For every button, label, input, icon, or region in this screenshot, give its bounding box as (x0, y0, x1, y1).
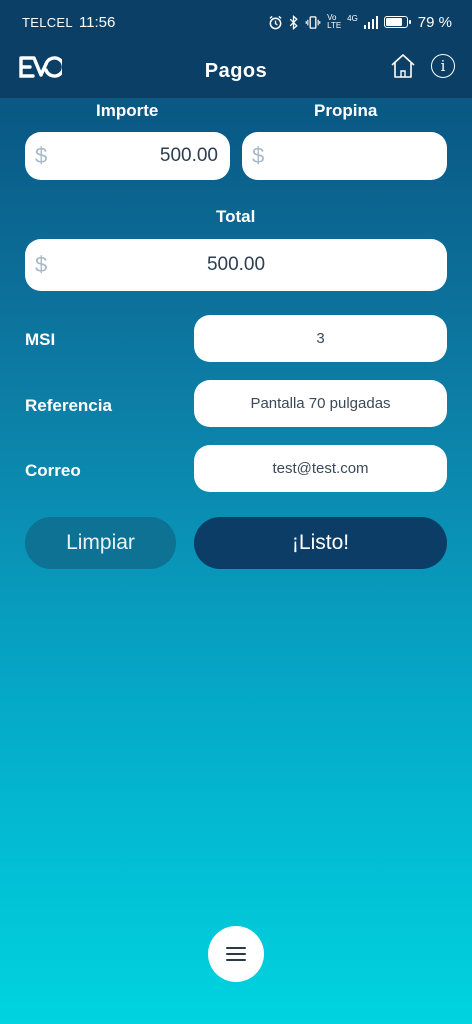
propina-currency: $ (252, 143, 265, 168)
msi-field[interactable]: 3 (194, 315, 447, 362)
network-type: 4G (347, 13, 358, 23)
propina-label: Propina (314, 101, 378, 120)
status-time: 11:56 (78, 13, 116, 31)
referencia-field[interactable]: Pantalla 70 pulgadas (194, 380, 447, 427)
total-input[interactable]: 500.00 (25, 254, 447, 276)
battery-fill (385, 18, 402, 26)
battery-percent: 79 % (417, 13, 452, 31)
battery-icon (383, 16, 411, 28)
total-label: Total (216, 207, 256, 226)
hamburger-icon-line (226, 952, 246, 956)
referencia-label: Referencia (25, 396, 112, 415)
propina-field[interactable]: $ (242, 132, 447, 180)
total-field[interactable]: $ 500.00 (25, 239, 447, 291)
status-right: Vo LTE 4G 79 % (268, 14, 452, 31)
signal-icon (363, 15, 378, 29)
page-title: Pagos (204, 59, 268, 82)
msi-input[interactable]: 3 (194, 330, 447, 347)
info-icon[interactable]: i (431, 54, 455, 78)
importe-label: Importe (96, 101, 159, 120)
volte-indicator: Vo LTE (327, 13, 342, 30)
importe-currency: $ (35, 143, 48, 168)
vibrate-icon (305, 15, 321, 29)
hamburger-icon-line (226, 959, 246, 962)
importe-input[interactable]: 500.00 (25, 145, 230, 167)
referencia-input[interactable]: Pantalla 70 pulgadas (194, 395, 447, 412)
evo-logo (19, 56, 62, 78)
status-bar: TELCEL 11:56 Vo LTE 4G 79 % (0, 0, 472, 44)
correo-field[interactable]: test@test.com (194, 445, 447, 492)
importe-field[interactable]: $ 500.00 (25, 132, 230, 180)
menu-button[interactable] (208, 926, 264, 982)
alarm-icon (269, 15, 282, 29)
done-button[interactable]: ¡Listo! (194, 517, 447, 569)
correo-input[interactable]: test@test.com (194, 460, 447, 477)
carrier-name: TELCEL (22, 14, 73, 30)
status-left: TELCEL 11:56 (22, 14, 115, 31)
correo-label: Correo (25, 461, 81, 480)
clear-button[interactable]: Limpiar (25, 517, 176, 569)
total-currency: $ (35, 252, 48, 277)
bluetooth-icon (289, 14, 298, 30)
app-header: Pagos i (0, 44, 472, 98)
msi-label: MSI (25, 330, 56, 349)
home-icon[interactable] (390, 52, 416, 80)
hamburger-icon-line (226, 946, 246, 949)
